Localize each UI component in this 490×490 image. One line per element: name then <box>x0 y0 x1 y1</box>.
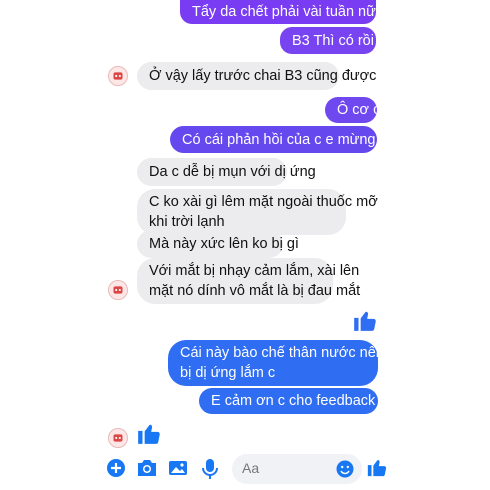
message-composer: Aa <box>0 448 490 490</box>
message-incoming[interactable]: Với mắt bị nhạy cảm lắm, xài lên mặt nó … <box>137 258 361 304</box>
message-incoming[interactable]: Mà này xức lên ko bị gì <box>137 230 299 258</box>
message-text: E cảm ơn c cho feedback nha <box>211 393 404 409</box>
contact-avatar[interactable] <box>108 280 128 300</box>
message-outgoing[interactable]: B3 Thì có rồi c <box>280 27 385 54</box>
message-input[interactable]: Aa <box>232 454 362 484</box>
emoji-icon[interactable] <box>336 460 354 483</box>
message-text-line: Cái này bào chế thân nước nên ít ai <box>180 345 412 361</box>
microphone-icon[interactable] <box>202 458 218 485</box>
like-icon[interactable] <box>136 420 162 451</box>
message-text-line: khi trời lạnh <box>149 214 225 230</box>
contact-avatar[interactable] <box>108 428 128 448</box>
like-icon[interactable] <box>352 307 378 338</box>
message-outgoing[interactable]: Cái này bào chế thân nước nên ít ai bị d… <box>168 340 412 386</box>
message-incoming[interactable]: Ở vậy lấy trước chai B3 cũng được <box>137 62 376 90</box>
message-input-placeholder: Aa <box>242 460 260 476</box>
message-text-line: Với mắt bị nhạy cảm lắm, xài lên <box>149 263 360 279</box>
message-text: Da c dễ bị mụn với dị ứng <box>149 164 316 180</box>
message-text: Mà này xức lên ko bị gì <box>149 236 299 252</box>
message-outgoing[interactable]: Tẩy da chết phải vài tuần nữa c ạ <box>180 0 407 24</box>
message-incoming[interactable]: C ko xài gì lêm mặt ngoài thuốc mỡ khi t… <box>137 189 378 235</box>
message-text-line: mặt nó dính vô mắt là bị đau mắt <box>149 283 361 299</box>
like-icon[interactable] <box>366 456 388 483</box>
message-outgoing[interactable]: Có cái phản hồi của c e mừng ghê <box>170 126 404 153</box>
message-text: Tẩy da chết phải vài tuần nữa c ạ <box>192 4 408 20</box>
message-text: Có cái phản hồi của c e mừng ghê <box>182 132 404 148</box>
message-outgoing[interactable]: Ô cơ c <box>325 97 381 123</box>
plus-icon[interactable] <box>106 458 126 483</box>
message-text: Ô cơ c <box>337 102 381 118</box>
contact-avatar[interactable] <box>108 66 128 86</box>
gallery-icon[interactable] <box>168 458 188 483</box>
message-text: B3 Thì có rồi c <box>292 33 386 49</box>
message-incoming[interactable]: Da c dễ bị mụn với dị ứng <box>137 158 316 186</box>
message-text-line: C ko xài gì lêm mặt ngoài thuốc mỡ <box>149 194 378 210</box>
camera-icon[interactable] <box>136 458 158 483</box>
message-text: Ở vậy lấy trước chai B3 cũng được <box>149 68 377 84</box>
message-text-line: bị dị ứng lắm c <box>180 365 276 381</box>
message-outgoing[interactable]: E cảm ơn c cho feedback nha <box>199 388 403 414</box>
